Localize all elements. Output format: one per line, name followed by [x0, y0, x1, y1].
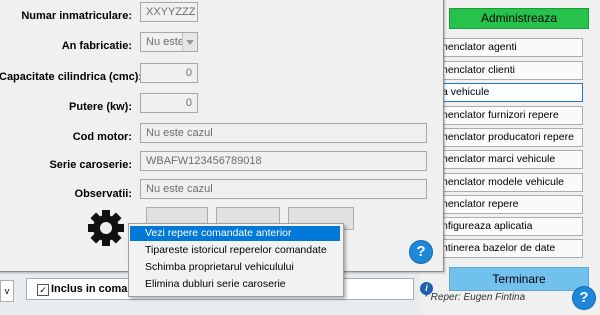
info-icon[interactable]: i [420, 282, 433, 295]
context-item-print-parts-history[interactable]: Tipareste istoricul reperelor comandate [130, 243, 340, 258]
label-manufacture-year: An fabricatie: [61, 40, 132, 52]
menu-item-vehicle-models[interactable]: nenclator modele vehicule [437, 173, 583, 192]
power-field[interactable]: 0 [140, 93, 198, 113]
terminate-button[interactable]: Terminare [449, 267, 589, 291]
included-in-order-checkbox[interactable]: ✓ [37, 284, 49, 296]
menu-item-clients[interactable]: nenclator clienti [437, 61, 583, 80]
admin-menu-header: Administreaza [449, 8, 589, 29]
gear-icon[interactable] [86, 208, 126, 248]
label-engine-capacity: Capacitate cilindrica (cmc): [0, 71, 143, 83]
chevron-down-icon[interactable] [182, 33, 197, 51]
engine-code-field[interactable]: Nu este cazul [140, 123, 427, 143]
dialog-help-icon[interactable]: ? [409, 240, 433, 264]
menu-item-database-maintenance[interactable]: ntinerea bazelor de date [437, 239, 583, 258]
engine-capacity-field[interactable]: 0 [140, 63, 198, 83]
manufacture-year-value: Nu este [146, 36, 184, 48]
label-engine-code: Cod motor: [72, 131, 132, 143]
context-menu: Vezi repere comandate anterior Tipareste… [128, 223, 344, 297]
context-item-view-previous-parts[interactable]: Vezi repere comandate anterior [130, 226, 340, 241]
dropdown-toggle[interactable]: v [0, 280, 14, 302]
menu-item-part-producers[interactable]: nenclator producatori repere [437, 128, 583, 147]
context-item-change-owner[interactable]: Schimba proprietarul vehiculului [130, 260, 340, 275]
body-serial-field[interactable]: WBAFW123456789018 [140, 151, 427, 171]
label-body-serial: Serie caroserie: [49, 159, 132, 171]
menu-item-configure-app[interactable]: nfigureaza aplicatia [437, 217, 583, 236]
registration-number-field[interactable]: XXYYZZZ [140, 2, 198, 22]
menu-item-agents[interactable]: nenclator agenti [437, 38, 583, 57]
menu-item-vehicle-brands[interactable]: nenclator marci vehicule [437, 150, 583, 169]
menu-item-vehicles[interactable]: a vehicule [437, 83, 583, 102]
author-credit: * Reper: Eugen Fintina [424, 292, 526, 303]
observations-field[interactable]: Nu este cazul [140, 179, 427, 199]
label-observations: Observatii: [74, 188, 132, 200]
menu-item-parts[interactable]: nenclator repere [437, 195, 583, 214]
label-power: Putere (kw): [69, 101, 132, 113]
label-registration-number: Numar inmatriculare: [21, 10, 132, 22]
manufacture-year-combo[interactable]: Nu este [140, 32, 198, 52]
help-icon[interactable]: ? [572, 286, 596, 310]
menu-item-part-suppliers[interactable]: nenclator furnizori repere [437, 106, 583, 125]
context-item-remove-duplicate-serials[interactable]: Elimina dubluri serie caroserie [130, 277, 340, 292]
